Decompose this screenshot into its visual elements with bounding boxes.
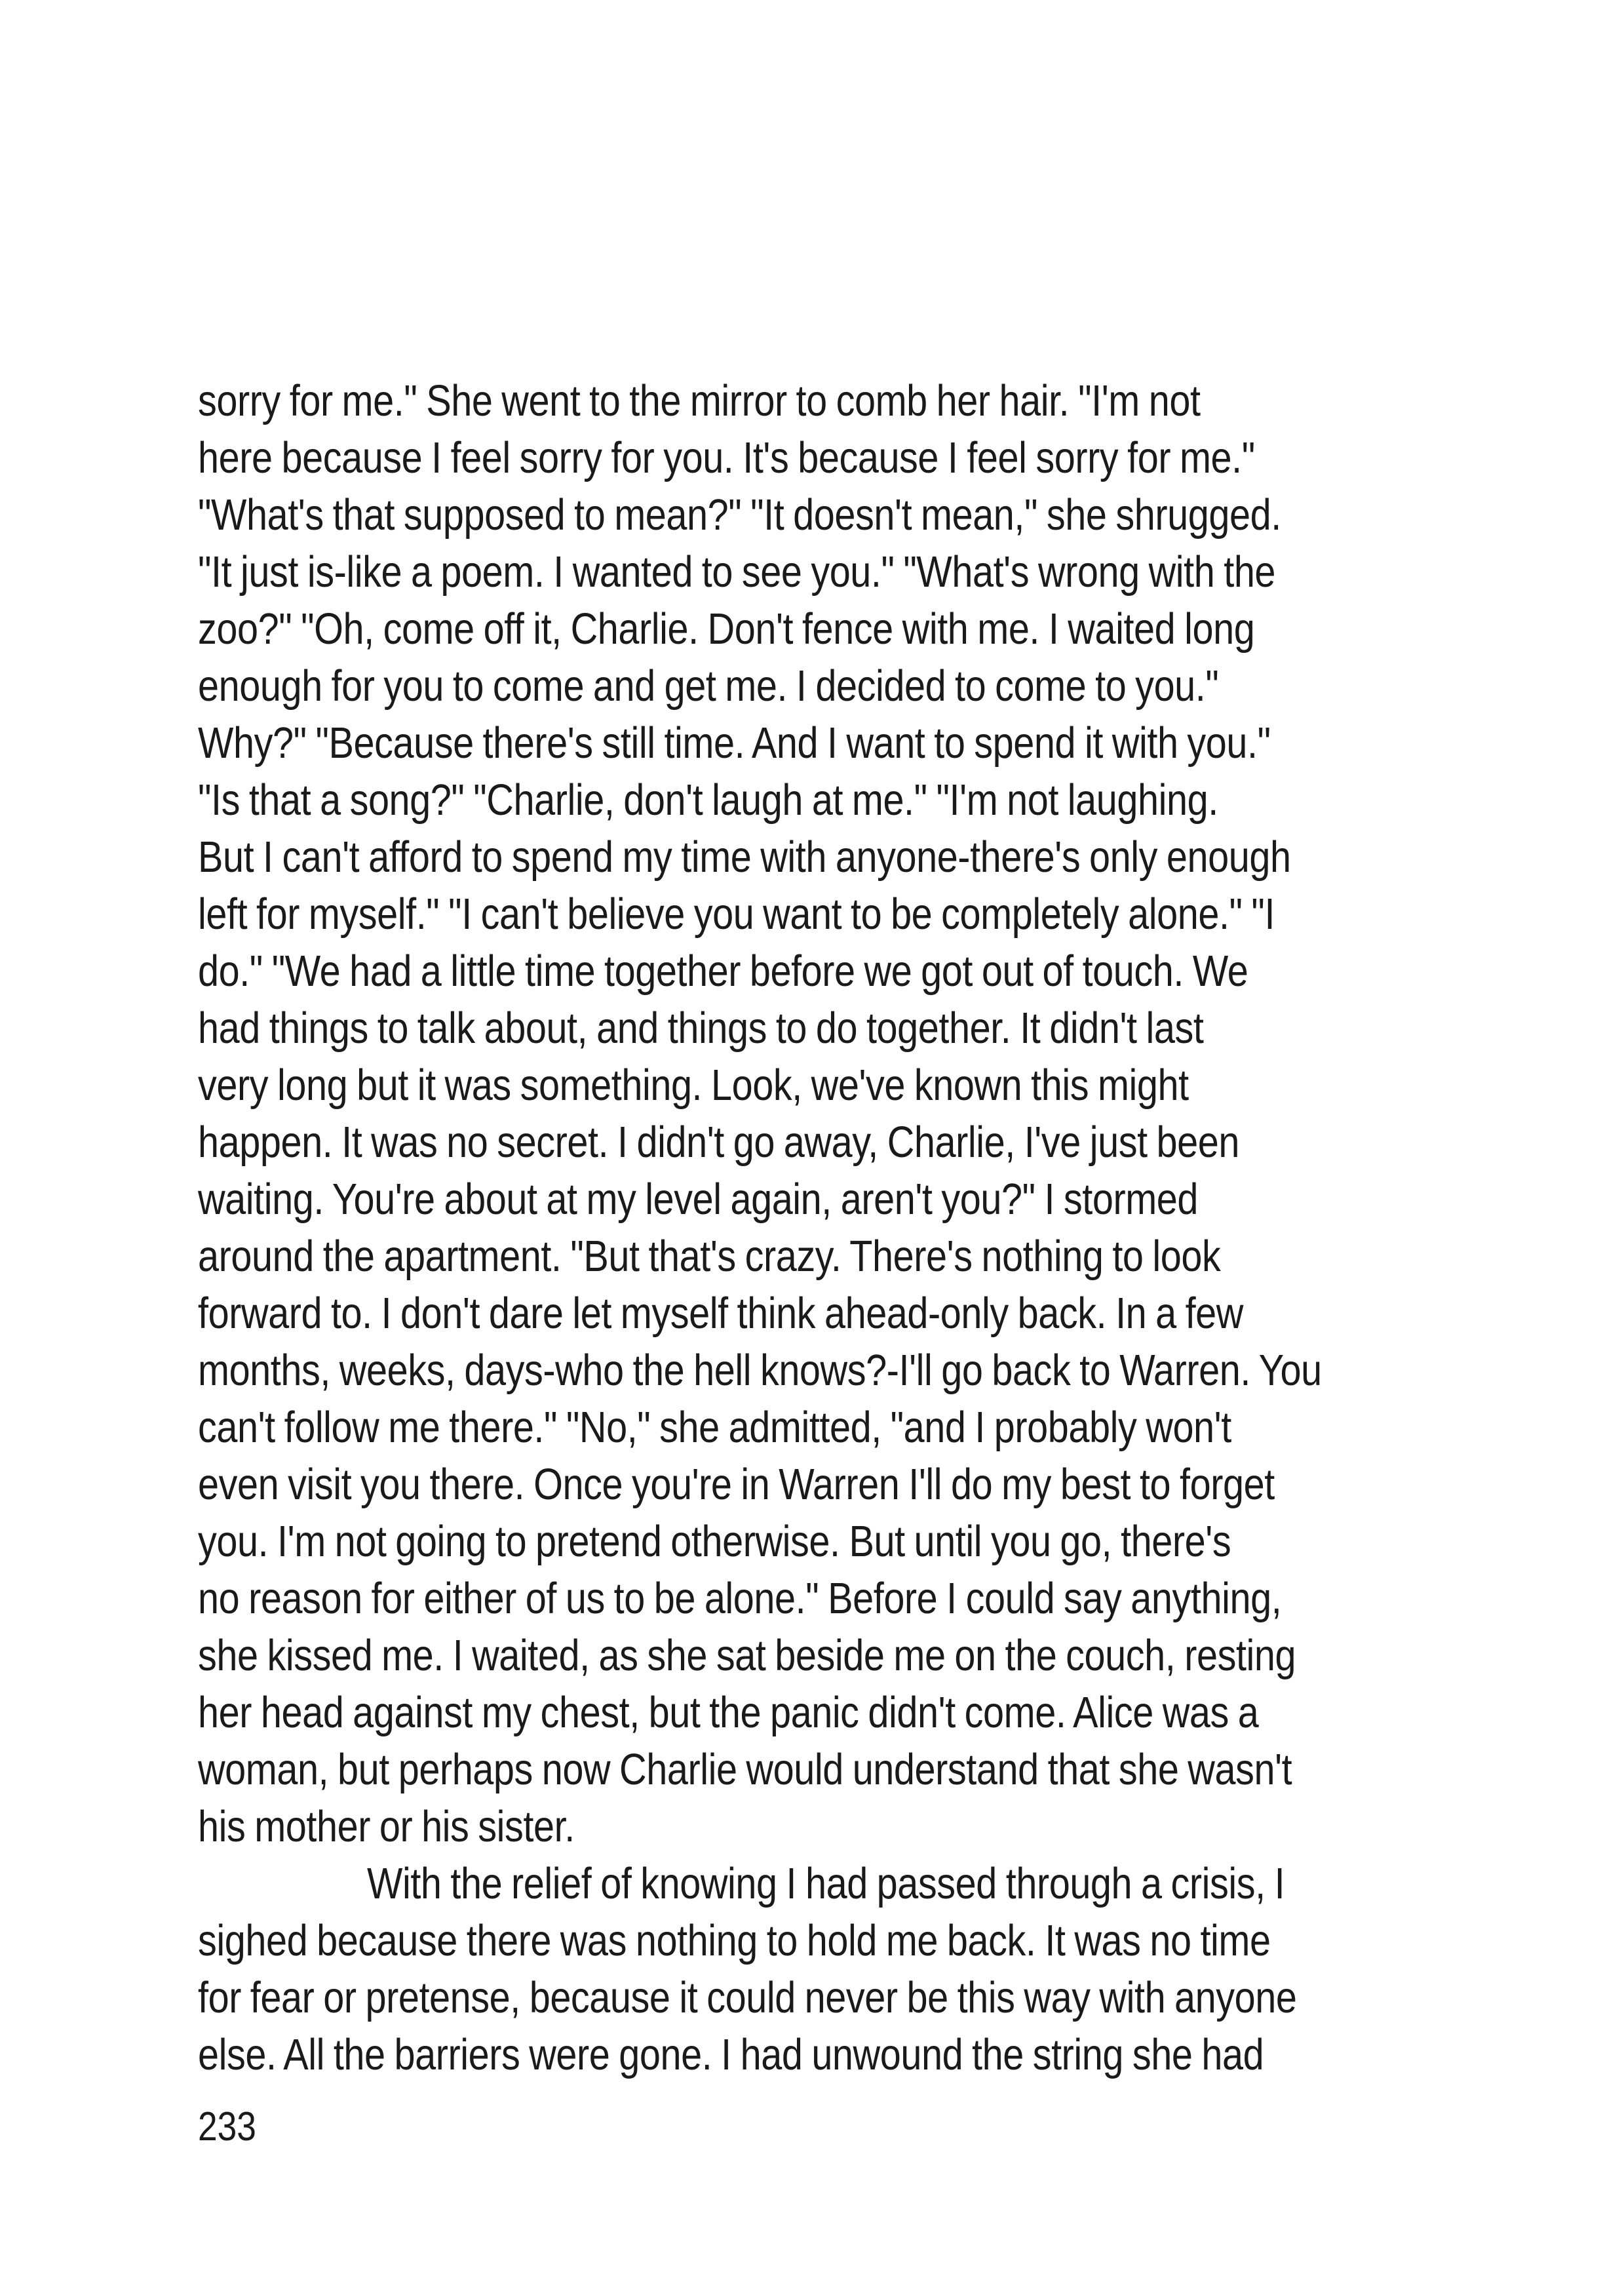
text-line: zoo?" "Oh, come off it, Charlie. Don't f…	[198, 604, 1255, 654]
text-line: even visit you there. Once you're in War…	[198, 1460, 1275, 1509]
paragraph-first-line: With the relief of knowing I had passed …	[367, 1859, 1285, 1908]
text-line: can't follow me there." "No," she admitt…	[198, 1403, 1231, 1452]
document-page: sorry for me." She went to the mirror to…	[0, 0, 1624, 2293]
text-line: But I can't afford to spend my time with…	[198, 833, 1291, 882]
text-line: "Is that a song?" "Charlie, don't laugh …	[198, 775, 1218, 825]
text-line: woman, but perhaps now Charlie would und…	[198, 1745, 1292, 1794]
text-line: his mother or his sister.	[198, 1802, 575, 1851]
page-number: 233	[198, 2104, 256, 2149]
text-line: Why?" "Because there's still time. And I…	[198, 718, 1271, 768]
body-text: sorry for me." She went to the mirror to…	[198, 372, 1443, 2083]
text-line: here because I feel sorry for you. It's …	[198, 433, 1255, 482]
text-line: waiting. You're about at my level again,…	[198, 1175, 1199, 1224]
text-line: forward to. I don't dare let myself thin…	[198, 1289, 1243, 1338]
text-line: her head against my chest, but the panic…	[198, 1688, 1259, 1737]
text-line: for fear or pretense, because it could n…	[198, 1973, 1297, 2022]
text-line: around the apartment. "But that's crazy.…	[198, 1232, 1221, 1281]
text-line: "It just is-like a poem. I wanted to see…	[198, 547, 1276, 597]
text-line: she kissed me. I waited, as she sat besi…	[198, 1631, 1296, 1680]
text-line: else. All the barriers were gone. I had …	[198, 2030, 1264, 2079]
text-line: happen. It was no secret. I didn't go aw…	[198, 1118, 1239, 1167]
text-line: very long but it was something. Look, we…	[198, 1061, 1189, 1110]
text-line: left for myself." "I can't believe you w…	[198, 890, 1275, 939]
text-line: months, weeks, days-who the hell knows?-…	[198, 1346, 1322, 1395]
text-line: sighed because there was nothing to hold…	[198, 1916, 1271, 1965]
text-line: do." "We had a little time together befo…	[198, 947, 1248, 996]
text-line: no reason for either of us to be alone."…	[198, 1574, 1282, 1623]
text-line: had things to talk about, and things to …	[198, 1004, 1204, 1053]
text-line: enough for you to come and get me. I dec…	[198, 661, 1219, 711]
text-line: sorry for me." She went to the mirror to…	[198, 376, 1201, 425]
text-line: you. I'm not going to pretend otherwise.…	[198, 1517, 1231, 1566]
text-line: "What's that supposed to mean?" "It does…	[198, 490, 1281, 539]
